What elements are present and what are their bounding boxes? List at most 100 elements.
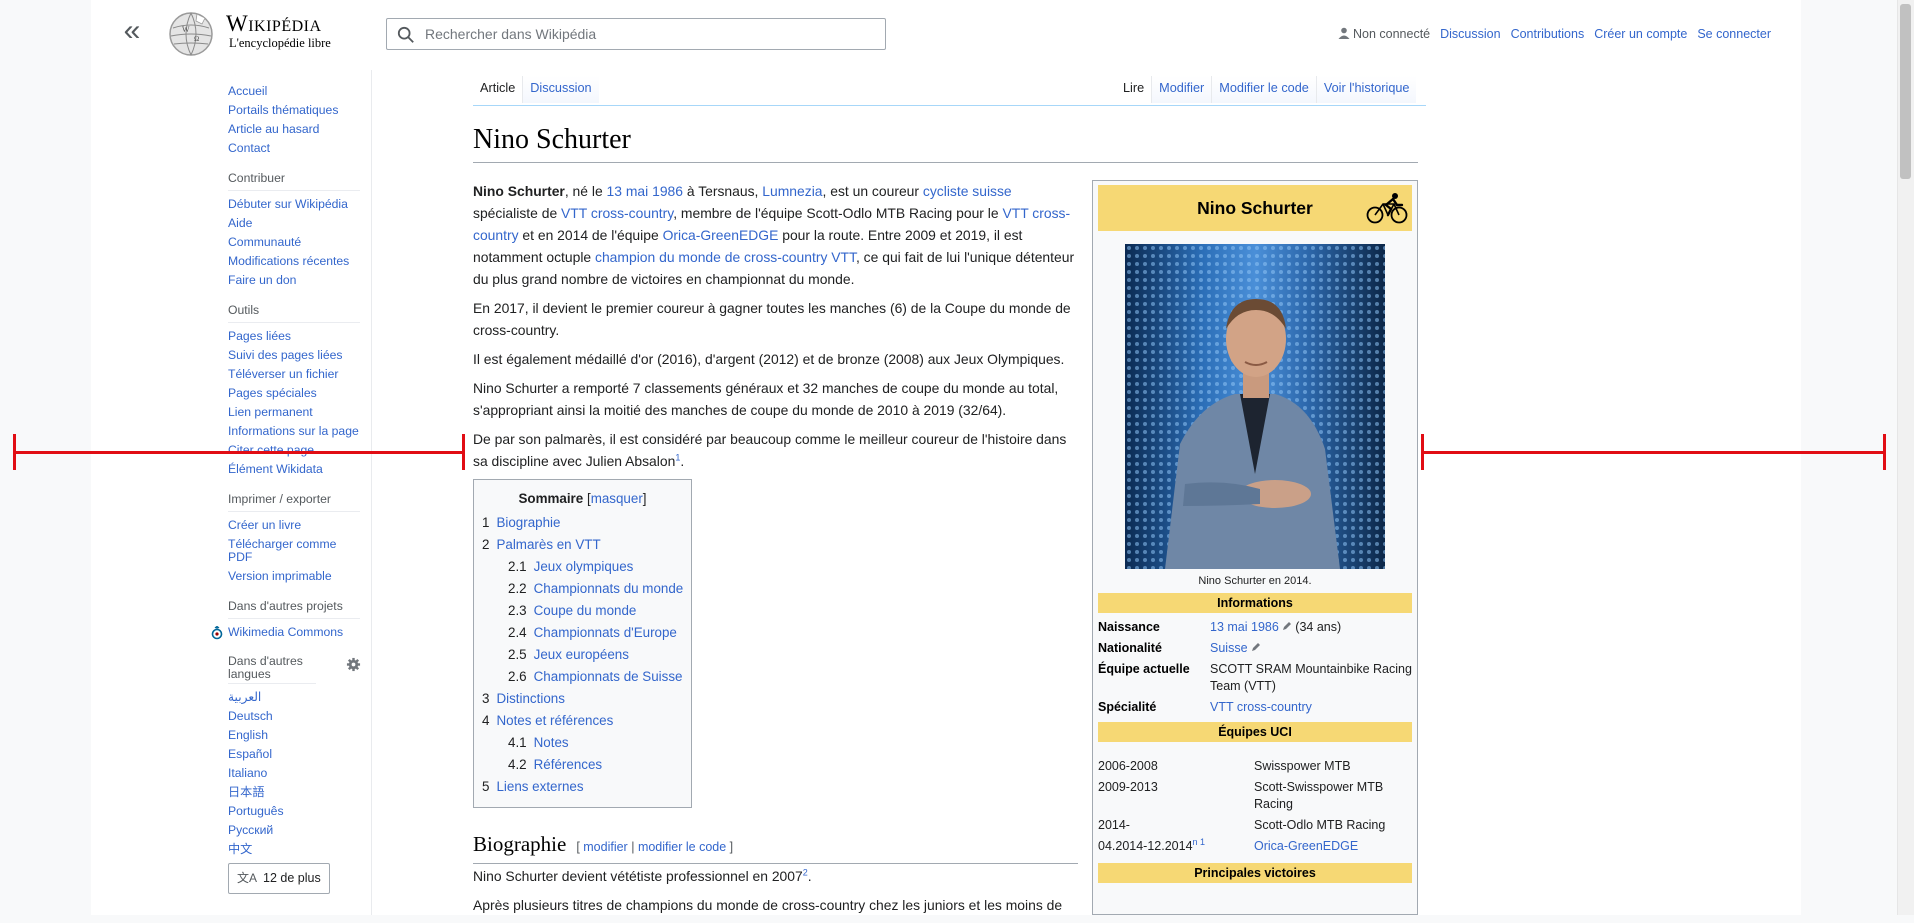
sidebar-item-related-changes[interactable]: Suivi des pages liées bbox=[228, 346, 360, 365]
user-discussion-link[interactable]: Discussion bbox=[1440, 27, 1500, 41]
sidebar-item-contact[interactable]: Contact bbox=[228, 139, 360, 158]
sidebar-item-donate[interactable]: Faire un don bbox=[228, 271, 360, 290]
login-link[interactable]: Se connecter bbox=[1697, 27, 1771, 41]
world-champion-link[interactable]: champion du monde de cross-country VTT bbox=[595, 249, 856, 265]
search-box[interactable] bbox=[386, 18, 886, 50]
toc-item[interactable]: 4 Notes et références bbox=[482, 710, 683, 732]
uci-team-note-link[interactable]: n 1 bbox=[1193, 837, 1206, 847]
tab-edit-source[interactable]: Modifier le code bbox=[1211, 76, 1316, 103]
toc-item-link[interactable]: Liens externes bbox=[496, 779, 583, 794]
tab-read[interactable]: Lire bbox=[1116, 76, 1152, 103]
gear-icon[interactable] bbox=[346, 657, 361, 672]
sidebar-item-page-info[interactable]: Informations sur la page bbox=[228, 422, 360, 441]
lang-portugues[interactable]: Português bbox=[228, 802, 360, 821]
sidebar-item-commons[interactable]: Wikimedia Commons bbox=[228, 623, 360, 642]
tab-discussion[interactable]: Discussion bbox=[522, 76, 599, 103]
infobox-heading-informations: Informations bbox=[1098, 593, 1412, 613]
lang-english[interactable]: English bbox=[228, 726, 360, 745]
lang-espanol[interactable]: Español bbox=[228, 745, 360, 764]
specialty-value-link[interactable]: VTT cross-country bbox=[1210, 700, 1312, 714]
toc-item[interactable]: 2.2 Championnats du monde bbox=[482, 578, 683, 600]
section-edit-code-link[interactable]: modifier le code bbox=[638, 840, 726, 854]
birth-date-value-link[interactable]: 13 mai 1986 bbox=[1210, 620, 1279, 634]
infobox-row-birth: Naissance 13 mai 1986 (34 ans) bbox=[1098, 617, 1412, 638]
toc-item-link[interactable]: Championnats d'Europe bbox=[534, 625, 677, 640]
sidebar-item-permalink[interactable]: Lien permanent bbox=[228, 403, 360, 422]
sidebar-item-getting-started[interactable]: Débuter sur Wikipédia bbox=[228, 195, 360, 214]
lumnezia-link[interactable]: Lumnezia bbox=[762, 183, 822, 199]
toc-item[interactable]: 5 Liens externes bbox=[482, 776, 683, 798]
toc-item-link[interactable]: Jeux olympiques bbox=[534, 559, 634, 574]
specialty-label: Spécialité bbox=[1098, 700, 1157, 714]
toc-item-link[interactable]: Références bbox=[534, 757, 602, 772]
toc-item[interactable]: 2.5 Jeux européens bbox=[482, 644, 683, 666]
wikipedia-globe-logo[interactable]: W Ω bbox=[167, 10, 215, 58]
more-languages-button[interactable]: 文A 12 de plus bbox=[228, 863, 330, 894]
sidebar-item-random[interactable]: Article au hasard bbox=[228, 120, 360, 139]
sidebar-item-create-book[interactable]: Créer un livre bbox=[228, 516, 360, 535]
page-title: Nino Schurter bbox=[473, 124, 1418, 163]
sidebar-item-download-pdf[interactable]: Télécharger comme PDF bbox=[228, 535, 360, 567]
scrollbar-thumb[interactable] bbox=[1900, 4, 1911, 179]
toc-item-number: 2.4 bbox=[508, 625, 527, 640]
toc-item-link[interactable]: Palmarès en VTT bbox=[496, 537, 600, 552]
toc-item-number: 3 bbox=[482, 691, 490, 706]
sidebar-item-help[interactable]: Aide bbox=[228, 214, 360, 233]
toc-item-number: 4.1 bbox=[508, 735, 527, 750]
toc-item[interactable]: 2.1 Jeux olympiques bbox=[482, 556, 683, 578]
toc-item-link[interactable]: Notes et références bbox=[496, 713, 613, 728]
lang-italiano[interactable]: Italiano bbox=[228, 764, 360, 783]
toc-item[interactable]: 4.1 Notes bbox=[482, 732, 683, 754]
toc-toggle-link[interactable]: masquer bbox=[591, 491, 643, 506]
lang-chinese[interactable]: 中文 bbox=[228, 840, 360, 859]
tab-article[interactable]: Article bbox=[473, 76, 523, 103]
lang-deutsch[interactable]: Deutsch bbox=[228, 707, 360, 726]
sidebar-item-upload[interactable]: Téléverser un fichier bbox=[228, 365, 360, 384]
tab-history[interactable]: Voir l'historique bbox=[1315, 76, 1417, 103]
toc-item[interactable]: 4.2 Références bbox=[482, 754, 683, 776]
toc-item[interactable]: 2 Palmarès en VTT bbox=[482, 534, 683, 556]
toc-item-link[interactable]: Biographie bbox=[496, 515, 560, 530]
nationality-value-link[interactable]: Suisse bbox=[1210, 641, 1248, 655]
lang-arabic[interactable]: العربية bbox=[228, 688, 360, 707]
orica-greenedge-link[interactable]: Orica-GreenEDGE bbox=[663, 227, 779, 243]
toc-item[interactable]: 3 Distinctions bbox=[482, 688, 683, 710]
sidebar-item-recent-changes[interactable]: Modifications récentes bbox=[228, 252, 360, 271]
toc-item-link[interactable]: Notes bbox=[534, 735, 569, 750]
pencil-edit-icon[interactable] bbox=[1251, 642, 1261, 652]
collapse-sidebar-button[interactable]: « bbox=[118, 16, 146, 46]
create-account-link[interactable]: Créer un compte bbox=[1594, 27, 1687, 41]
uci-team-list: 2006-2008 Swisspower MTB 2009-2013 Scott-Sw… bbox=[1098, 756, 1412, 857]
athlete-photo[interactable] bbox=[1125, 244, 1385, 569]
sidebar-item-related-pages[interactable]: Pages liées bbox=[228, 327, 360, 346]
pencil-edit-icon[interactable] bbox=[1282, 621, 1292, 631]
cyclist-link[interactable]: cycliste suisse bbox=[923, 183, 1012, 199]
toc-item[interactable]: 1 Biographie bbox=[482, 512, 683, 534]
toc-item[interactable]: 2.6 Championnats de Suisse bbox=[482, 666, 683, 688]
toc-item-number: 2 bbox=[482, 537, 490, 552]
wikipedia-wordmark[interactable]: Wikipédia bbox=[226, 11, 322, 37]
user-contributions-link[interactable]: Contributions bbox=[1511, 27, 1585, 41]
toc-item-link[interactable]: Coupe du monde bbox=[534, 603, 637, 618]
toc-item-link[interactable]: Jeux européens bbox=[534, 647, 629, 662]
lang-russian[interactable]: Русский bbox=[228, 821, 360, 840]
toc-item[interactable]: 2.3 Coupe du monde bbox=[482, 600, 683, 622]
lang-japanese[interactable]: 日本語 bbox=[228, 783, 360, 802]
sidebar-item-printable[interactable]: Version imprimable bbox=[228, 567, 360, 586]
sidebar-item-accueil[interactable]: Accueil bbox=[228, 82, 360, 101]
sidebar-item-wikidata[interactable]: Élément Wikidata bbox=[228, 460, 360, 479]
section-edit-link[interactable]: modifier bbox=[583, 840, 627, 854]
sidebar-item-special-pages[interactable]: Pages spéciales bbox=[228, 384, 360, 403]
toc-item-link[interactable]: Championnats du monde bbox=[534, 581, 684, 596]
sidebar: Accueil Portails thématiques Article au … bbox=[211, 82, 361, 902]
toc-item[interactable]: 2.4 Championnats d'Europe bbox=[482, 622, 683, 644]
vtt-cross-country-link[interactable]: VTT cross-country bbox=[561, 205, 673, 221]
sidebar-item-portails[interactable]: Portails thématiques bbox=[228, 101, 360, 120]
toc-item-link[interactable]: Championnats de Suisse bbox=[534, 669, 683, 684]
toc-item-link[interactable]: Distinctions bbox=[496, 691, 564, 706]
sidebar-item-community[interactable]: Communauté bbox=[228, 233, 360, 252]
uci-team-name[interactable]: Orica-GreenEDGE bbox=[1254, 838, 1412, 855]
tab-edit[interactable]: Modifier bbox=[1151, 76, 1212, 103]
search-input[interactable] bbox=[423, 19, 873, 49]
birth-date-link[interactable]: 13 mai 1986 bbox=[607, 183, 683, 199]
